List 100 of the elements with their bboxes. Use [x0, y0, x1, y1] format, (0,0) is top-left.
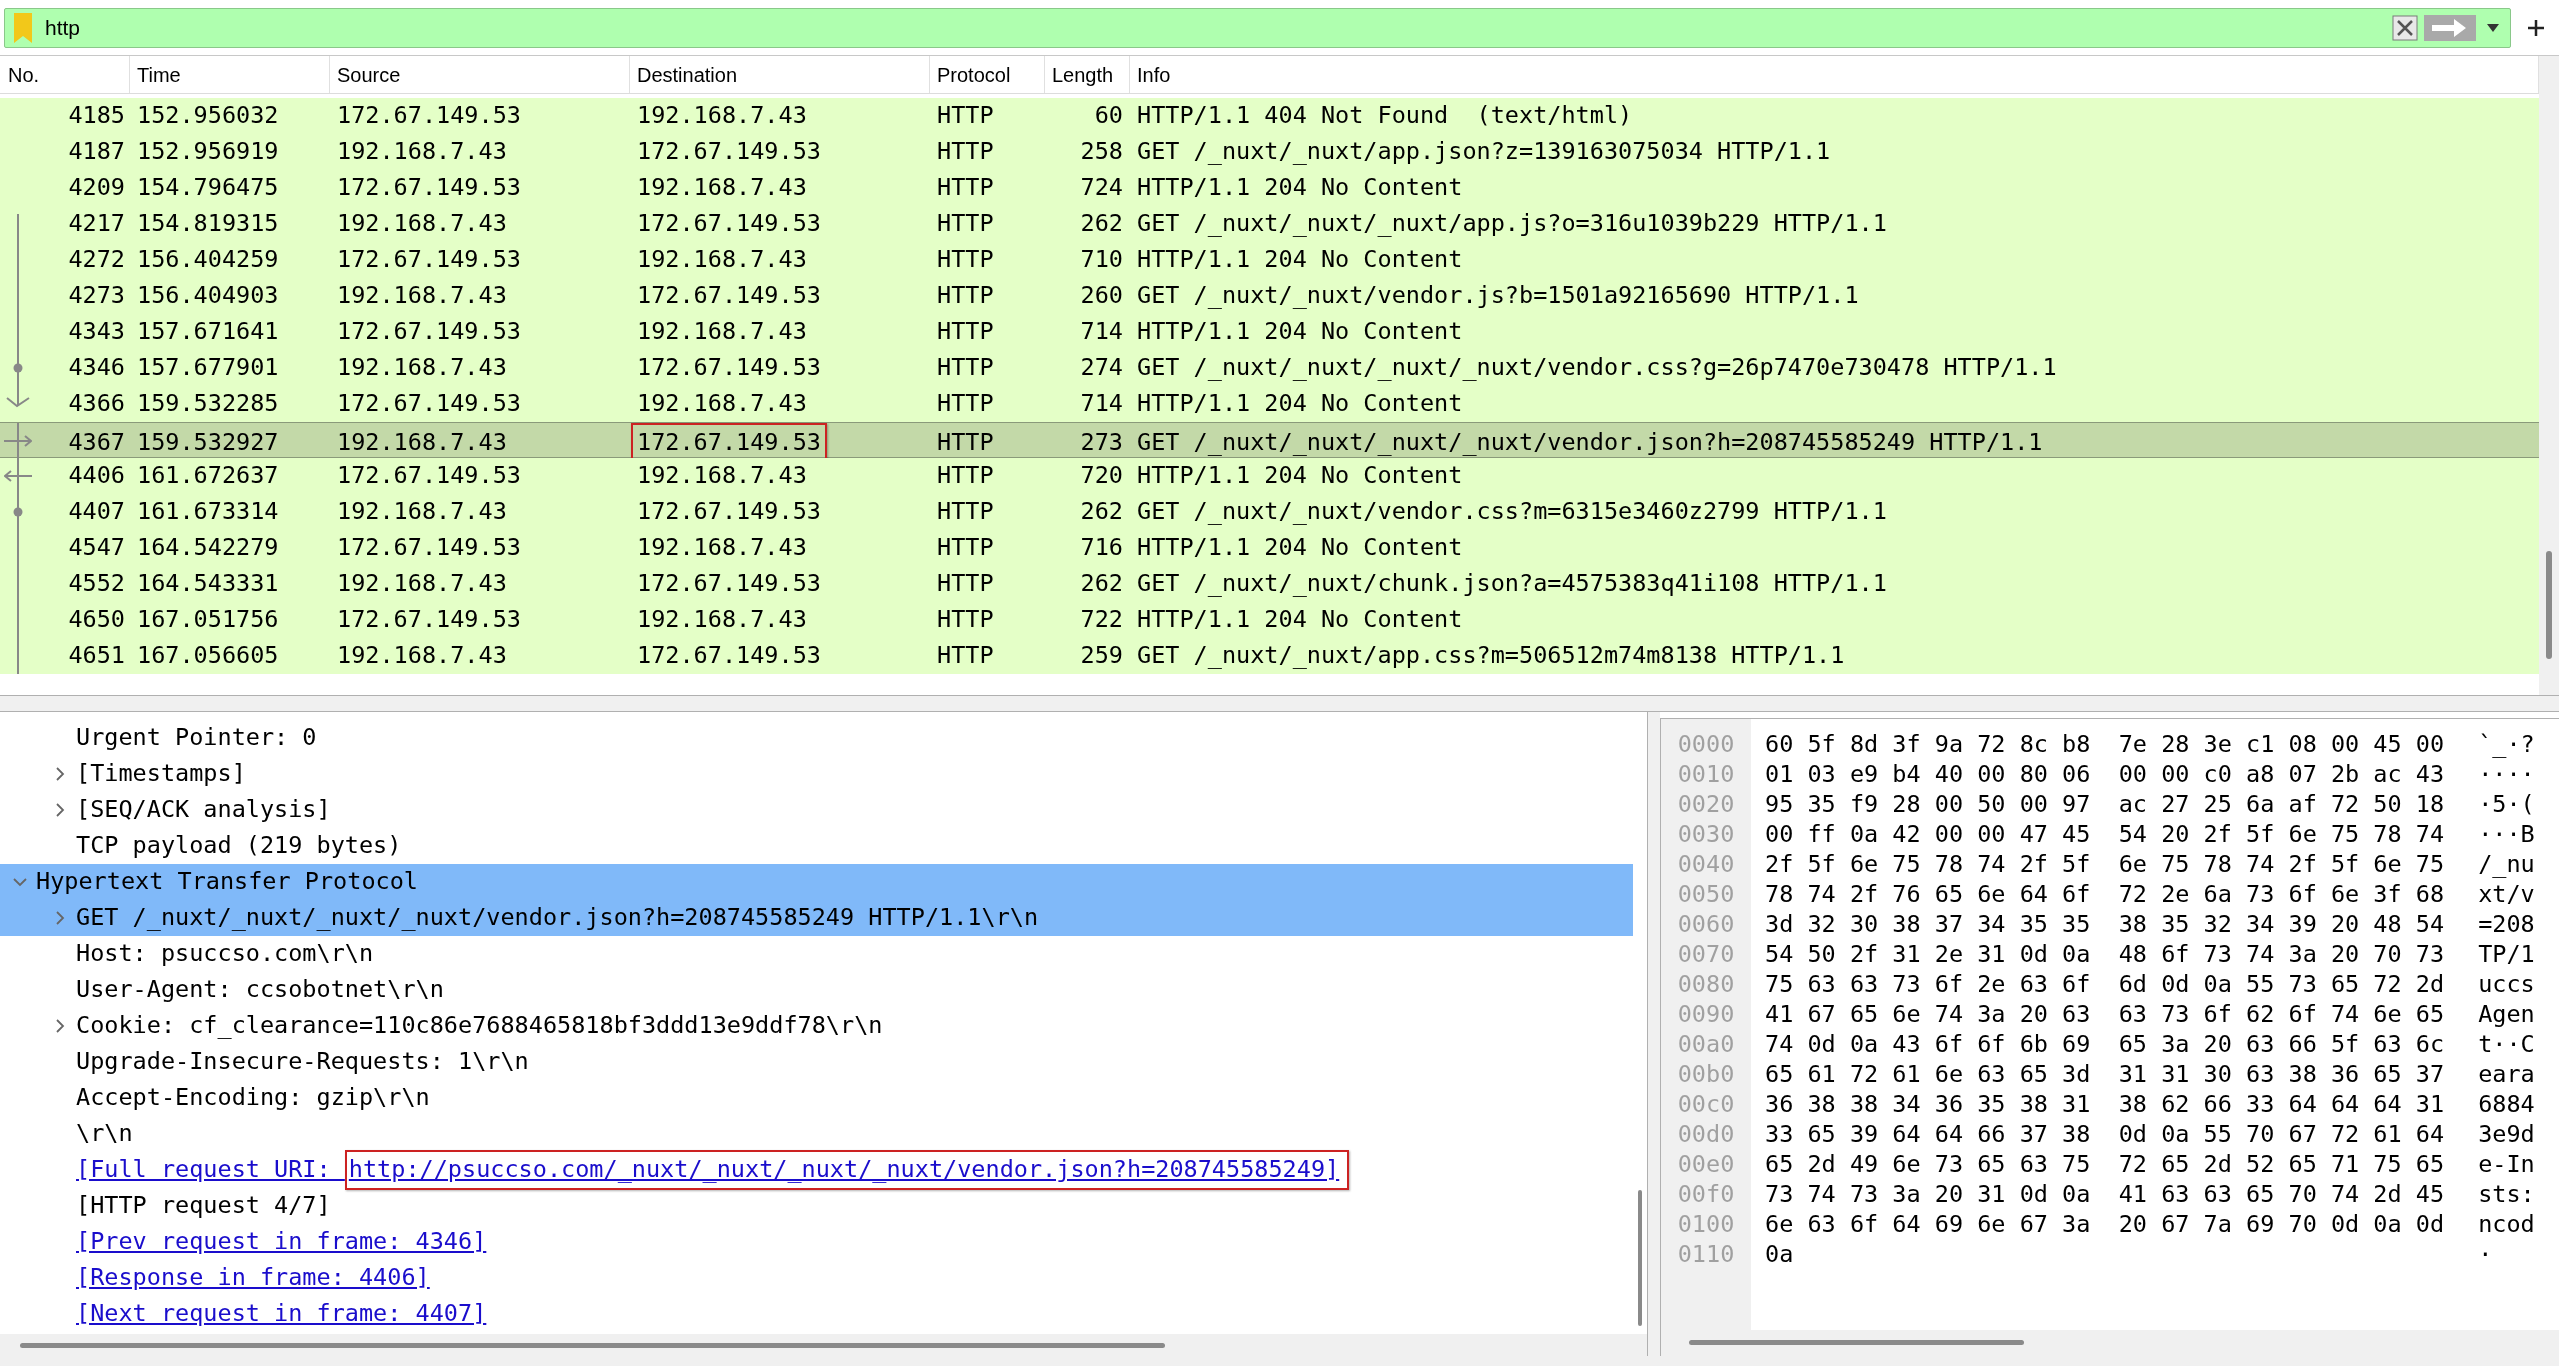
table-cell-text: 157.671641	[137, 316, 279, 348]
tree-row[interactable]: Cookie: cf_clearance=110c86e7688465818bf3ddd13e9ddf78\r\n	[0, 1008, 1633, 1044]
hex-offset: 0040	[1677, 849, 1735, 879]
scrollbar-thumb[interactable]	[20, 1343, 1165, 1348]
table-cell-text: HTTP	[937, 244, 994, 276]
tree-row[interactable]: Host: psuccso.com\r\n	[0, 936, 1633, 972]
table-cell-text: 262	[1080, 208, 1123, 240]
ascii-text: eara	[2478, 1059, 2535, 1089]
clear-icon[interactable]	[2392, 14, 2418, 41]
hex-offset: 0080	[1677, 969, 1735, 999]
frame-link[interactable]: [Full request URI:	[76, 1152, 345, 1188]
table-cell-text: 152.956919	[137, 136, 279, 168]
hex-offset: 0010	[1677, 759, 1735, 789]
tree-item-text: Hypertext Transfer Protocol	[36, 866, 418, 898]
tree-row[interactable]: Hypertext Transfer Protocol	[0, 864, 1633, 900]
packet-row[interactable]: 4272 156.404259 172.67.149.53 192.168.7.43 HTTP 710 HTTP/1.1 204 No Content	[0, 242, 2539, 278]
packet-row[interactable]: 4217 154.819315 192.168.7.43 172.67.149.53 HTTP 262 GET /_nuxt/_nuxt/_nuxt/app.js?o=316u1039b229 HTTP/1.1	[0, 206, 2539, 242]
hex-offset: 0050	[1677, 879, 1735, 909]
ascii-text: ·	[2478, 1239, 2494, 1269]
packet-row[interactable]: 4547 164.542279 172.67.149.53 192.168.7.43 HTTP 716 HTTP/1.1 204 No Content	[0, 530, 2539, 566]
packet-row[interactable]: 4366 159.532285 172.67.149.53 192.168.7.43 HTTP 714 HTTP/1.1 204 No Content	[0, 386, 2539, 422]
ascii-text: 3e9d	[2478, 1119, 2535, 1149]
frame-link[interactable]: [Prev request in frame: 4346]	[76, 1224, 487, 1260]
table-cell-text: 4209	[68, 172, 125, 204]
column-header[interactable]: Length	[1052, 59, 1114, 90]
table-cell-text: 161.673314	[137, 496, 279, 528]
table-cell-text: HTTP/1.1 404 Not Found (text/html)	[1137, 100, 1633, 132]
column-header[interactable]: Info	[1137, 59, 1171, 90]
table-cell-text: 172.67.149.53	[637, 352, 821, 384]
ascii-text: TP/1	[2478, 939, 2535, 969]
table-cell-text: 172.67.149.53	[637, 640, 821, 672]
packet-row[interactable]: 4407 161.673314 192.168.7.43 172.67.149.53 HTTP 262 GET /_nuxt/_nuxt/vendor.css?m=6315e3460z2799 HTTP/1.1	[0, 494, 2539, 530]
ascii-text: `_·?	[2478, 729, 2535, 759]
tree-row[interactable]: [Prev request in frame: 4346]	[0, 1224, 1633, 1260]
tree-row[interactable]: GET /_nuxt/_nuxt/_nuxt/_nuxt/vendor.json?h=208745585249 HTTP/1.1\r\n	[0, 900, 1633, 936]
ascii-text: Agen	[2478, 999, 2535, 1029]
table-cell-text: GET /_nuxt/_nuxt/_nuxt/_nuxt/vendor.json?h=208745585249 HTTP/1.1	[1137, 427, 2043, 458]
column-header[interactable]: Protocol	[937, 59, 1011, 90]
packet-row[interactable]: 4650 167.051756 172.67.149.53 192.168.7.43 HTTP 722 HTTP/1.1 204 No Content	[0, 602, 2539, 638]
packet-row[interactable]: 4651 167.056605 192.168.7.43 172.67.149.53 HTTP 259 GET /_nuxt/_nuxt/app.css?m=506512m74m8138 HTTP/1.1	[0, 638, 2539, 674]
column-header[interactable]: No.	[8, 59, 40, 90]
scrollbar-thumb[interactable]	[1638, 1190, 1642, 1326]
table-cell-text: HTTP/1.1 204 No Content	[1137, 388, 1463, 420]
hex-bytes: 75 63 63 73 6f 2e 63 6f 6d 0d 0a 55 73 65 72 2d	[1765, 969, 2445, 999]
table-cell-text: 722	[1080, 604, 1123, 636]
column-header[interactable]: Source	[337, 59, 401, 90]
hex-offset: 0020	[1677, 789, 1735, 819]
tree-row[interactable]: \r\n	[0, 1116, 1633, 1152]
packet-row[interactable]: 4343 157.671641 172.67.149.53 192.168.7.43 HTTP 714 HTTP/1.1 204 No Content	[0, 314, 2539, 350]
table-cell-text: 172.67.149.53	[637, 280, 821, 312]
packet-row[interactable]: 4346 157.677901 192.168.7.43 172.67.149.53 HTTP 274 GET /_nuxt/_nuxt/_nuxt/_nuxt/vendor.css?g=26p7470e730478 HTTP/1.1	[0, 350, 2539, 386]
hex-offset: 0110	[1677, 1239, 1735, 1269]
tree-item-text: Urgent Pointer: 0	[76, 722, 317, 754]
tree-row[interactable]: User-Agent: ccsobotnet\r\n	[0, 972, 1633, 1008]
table-cell-text: 4406	[68, 460, 125, 492]
tree-row[interactable]: [Full request URI: http://psuccso.com/_nuxt/_nuxt/_nuxt/_nuxt/vendor.json?h=208745585249]	[0, 1152, 1633, 1188]
hex-offset: 00a0	[1677, 1029, 1735, 1059]
hex-bytes: 33 65 39 64 64 66 37 38 0d 0a 55 70 67 72 61 64	[1765, 1119, 2445, 1149]
packet-row[interactable]: 4185 152.956032 172.67.149.53 192.168.7.43 HTTP 60 HTTP/1.1 404 Not Found (text/html)	[0, 98, 2539, 134]
table-cell-text: 262	[1080, 496, 1123, 528]
table-cell-text: 172.67.149.53	[337, 460, 521, 492]
display-filter-field[interactable]: http	[45, 11, 2392, 44]
add-icon[interactable]	[2527, 18, 2545, 37]
hex-bytes: 95 35 f9 28 00 50 00 97 ac 27 25 6a af 72 50 18	[1765, 789, 2445, 819]
tree-row[interactable]: [Response in frame: 4406]	[0, 1260, 1633, 1296]
filter-field[interactable]: http	[4, 7, 2511, 48]
table-cell-text: GET /_nuxt/_nuxt/vendor.js?b=1501a92165690 HTTP/1.1	[1137, 280, 1859, 312]
packet-row[interactable]: 4273 156.404903 192.168.7.43 172.67.149.53 HTTP 260 GET /_nuxt/_nuxt/vendor.js?b=1501a92165690 HTTP/1.1	[0, 278, 2539, 314]
packet-row[interactable]: 4367 159.532927 192.168.7.43 172.67.149.53 HTTP 273 GET /_nuxt/_nuxt/_nuxt/_nuxt/vendor.json?h=208745585249 HTTP/1.1	[0, 422, 2539, 458]
packet-row[interactable]: 4406 161.672637 172.67.149.53 192.168.7.43 HTTP 720 HTTP/1.1 204 No Content	[0, 458, 2539, 494]
request-uri-link[interactable]: http://psuccso.com/_nuxt/_nuxt/_nuxt/_nuxt/vendor.json?h=208745585249]	[344, 1150, 1350, 1190]
column-header[interactable]: Destination	[637, 59, 738, 90]
table-cell-text: HTTP/1.1 204 No Content	[1137, 460, 1463, 492]
table-cell-text: HTTP	[937, 352, 994, 384]
tree-row[interactable]: Upgrade-Insecure-Requests: 1\r\n	[0, 1044, 1633, 1080]
table-cell-text: 192.168.7.43	[337, 280, 507, 312]
table-cell-text: HTTP/1.1 204 No Content	[1137, 604, 1463, 636]
dropdown-caret-icon[interactable]	[2486, 22, 2500, 33]
tree-row[interactable]: [Next request in frame: 4407]	[0, 1296, 1633, 1332]
scrollbar-thumb[interactable]	[1689, 1340, 2024, 1345]
table-cell-text: 172.67.149.53	[637, 568, 821, 600]
packet-row[interactable]: 4552 164.543331 192.168.7.43 172.67.149.53 HTTP 262 GET /_nuxt/_nuxt/chunk.json?a=4575383q41i108 HTTP/1.1	[0, 566, 2539, 602]
table-cell-text: 192.168.7.43	[637, 172, 807, 204]
frame-link[interactable]: [Next request in frame: 4407]	[76, 1296, 487, 1332]
hex-offset: 0070	[1677, 939, 1735, 969]
scrollbar-thumb[interactable]	[2546, 551, 2552, 659]
table-cell-text: 156.404903	[137, 280, 279, 312]
tree-row[interactable]: [HTTP request 4/7]	[0, 1188, 1633, 1224]
table-cell-text: 192.168.7.43	[337, 640, 507, 672]
tree-row[interactable]: Accept-Encoding: gzip\r\n	[0, 1080, 1633, 1116]
table-cell-text: 157.677901	[137, 352, 279, 384]
packet-row[interactable]: 4209 154.796475 172.67.149.53 192.168.7.43 HTTP 724 HTTP/1.1 204 No Content	[0, 170, 2539, 206]
hex-bytes: 60 5f 8d 3f 9a 72 8c b8 7e 28 3e c1 08 00 45 00	[1765, 729, 2445, 759]
table-cell-text: HTTP	[937, 100, 994, 132]
table-cell-text: 714	[1080, 316, 1123, 348]
hex-bytes: 36 38 38 34 36 35 38 31 38 62 66 33 64 64 64 31	[1765, 1089, 2445, 1119]
ascii-text: /_nu	[2478, 849, 2535, 879]
frame-link[interactable]: [Response in frame: 4406]	[76, 1260, 430, 1296]
column-header[interactable]: Time	[137, 59, 181, 90]
packet-row[interactable]: 4187 152.956919 192.168.7.43 172.67.149.53 HTTP 258 GET /_nuxt/_nuxt/app.json?z=139163075034 HTTP/1.1	[0, 134, 2539, 170]
